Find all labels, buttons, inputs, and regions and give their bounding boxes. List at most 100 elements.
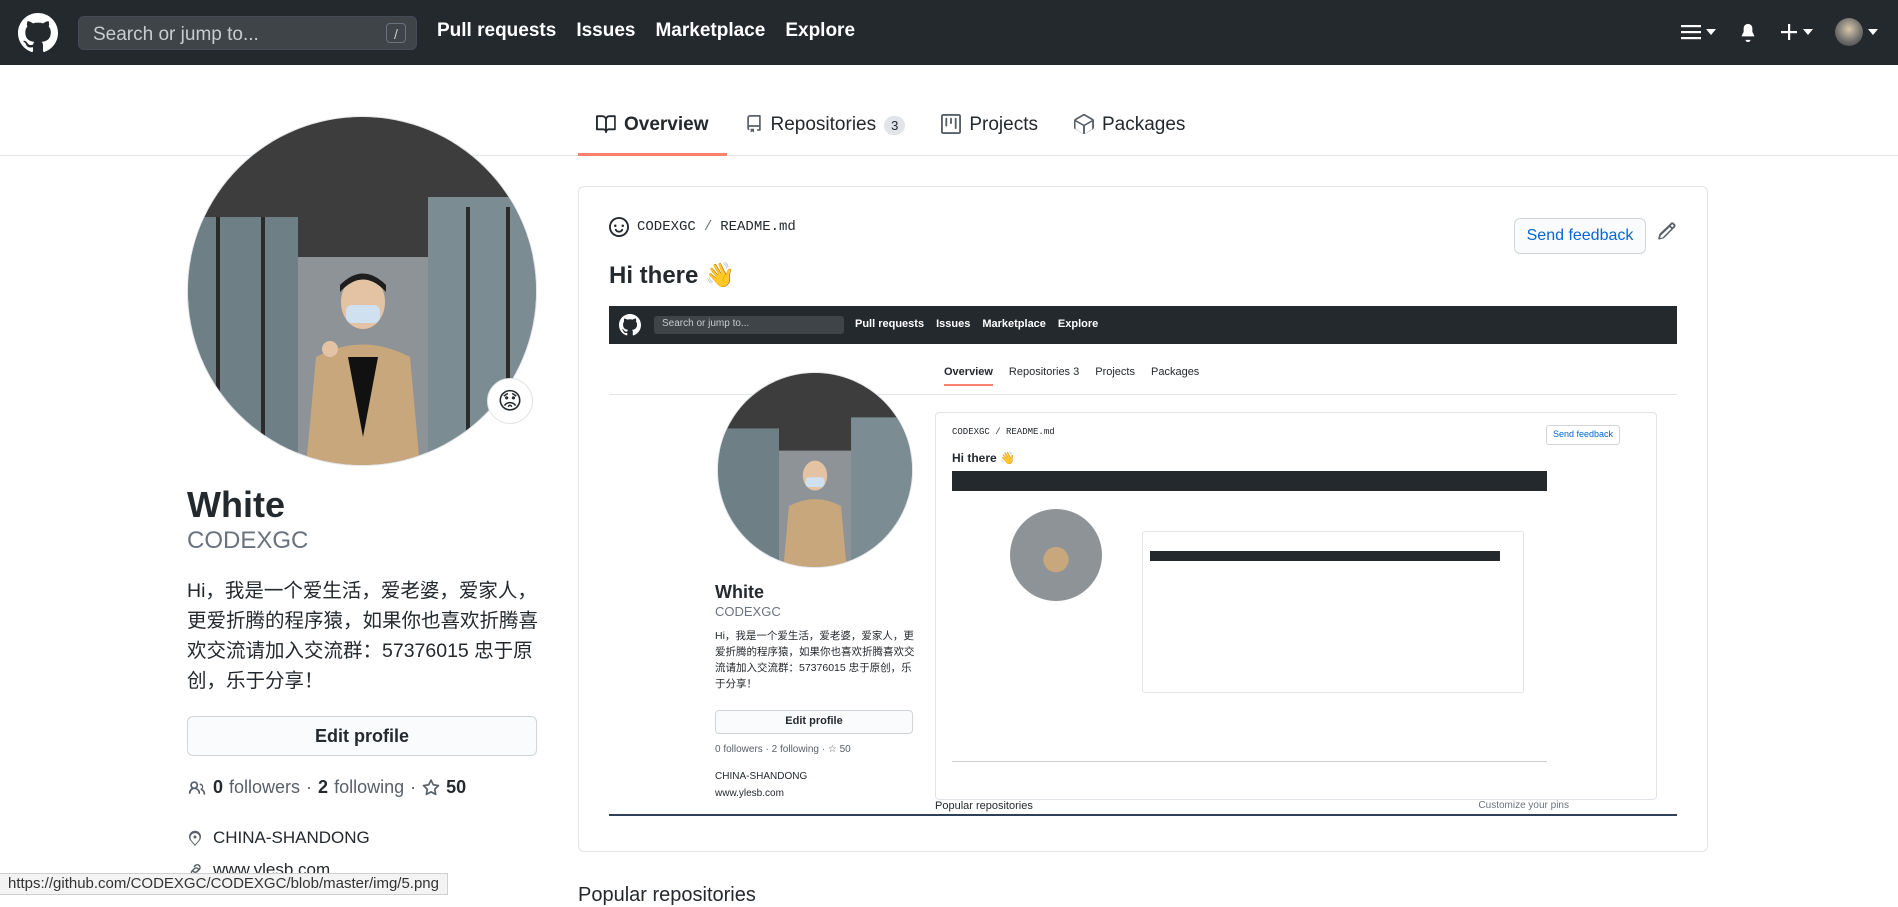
embedded-popular-heading: Popular repositories [935, 800, 1033, 812]
hamburger-icon [1681, 25, 1701, 40]
following-count[interactable]: 2 [318, 777, 328, 798]
header-nav: Pull requests Issues Marketplace Explore [437, 20, 855, 42]
bell-icon[interactable] [1738, 21, 1758, 43]
profile-bio: Hi，我是一个爱生活，爱老婆，爱家人，更爱折腾的程序猿，如果你也喜欢折腾喜欢交流… [187, 580, 539, 692]
tab-label: Repositories [770, 114, 877, 135]
embedded-location: CHINA-SHANDONG [715, 771, 808, 782]
package-icon [1073, 114, 1094, 134]
embedded-website: www.ylesb.com [715, 788, 784, 799]
repo-count-badge: 3 [884, 116, 906, 135]
nav-marketplace[interactable]: Marketplace [655, 20, 765, 42]
embedded-tab-label: Repositories [1008, 366, 1071, 378]
embedded-nav-item: Marketplace [982, 318, 1046, 330]
readme-card: CODEXGC / README.md Send feedback Hi the… [578, 186, 1708, 852]
embedded-heading: Hi there 👋 [952, 451, 1015, 465]
readme-file-link[interactable]: README.md [720, 219, 796, 235]
status-emoji-icon: 😟 [497, 387, 523, 415]
create-new-dropdown[interactable] [1780, 23, 1813, 41]
location-icon [189, 830, 201, 846]
set-status-button[interactable]: 😟 [487, 378, 533, 424]
stars-count[interactable]: 50 [446, 777, 466, 798]
embedded-search-placeholder: Search or jump to... [662, 318, 750, 329]
embedded-nav-item: Pull requests [855, 318, 925, 330]
embedded-tab: Packages [1151, 366, 1200, 378]
embedded-nav: Pull requests Issues Marketplace Explore [855, 318, 1098, 330]
github-logo-icon [619, 314, 641, 336]
profile-photo [188, 117, 536, 465]
nested-avatar [1010, 509, 1102, 601]
search-input[interactable]: Search or jump to... / [78, 16, 417, 50]
nav-issues[interactable]: Issues [576, 20, 635, 42]
readme-heading: Hi there 👋 [609, 262, 735, 289]
popular-repositories-heading: Popular repositories [578, 884, 756, 906]
top-header: Search or jump to... / Pull requests Iss… [0, 0, 1898, 65]
chevron-down-icon [1706, 29, 1716, 35]
pencil-icon[interactable] [1657, 221, 1677, 241]
embedded-tab: Repositories 3 [1009, 366, 1079, 386]
readme-owner-link[interactable]: CODEXGC [637, 219, 696, 235]
embedded-avatar [717, 372, 913, 568]
embedded-follow: 0 followers · 2 following · ☆ 50 [715, 744, 851, 755]
readme-screenshot-image[interactable]: Search or jump to... Pull requests Issue… [609, 306, 1677, 816]
tab-overview[interactable]: Overview [578, 110, 727, 156]
tab-label: Overview [624, 114, 709, 135]
embedded-send-feedback: Send feedback [1546, 425, 1620, 445]
nav-pull-requests[interactable]: Pull requests [437, 20, 556, 42]
embedded-bio: Hi，我是一个爱生活，爱老婆，爱家人，更爱折腾的程序猿，如果你也喜欢折腾喜欢交流… [715, 630, 915, 690]
embedded-tab-count: 3 [1073, 366, 1080, 378]
embedded-nav-item: Issues [936, 318, 971, 330]
location-text: CHINA-SHANDONG [213, 828, 370, 847]
book-icon [596, 115, 616, 134]
embedded-edit-button: Edit profile [715, 710, 913, 734]
tab-packages[interactable]: Packages [1056, 110, 1203, 152]
browser-status-url: https://github.com/CODEXGC/CODEXGC/blob/… [0, 873, 448, 895]
embedded-nested-screenshot [952, 471, 1547, 762]
embedded-login: CODEXGC [715, 604, 781, 619]
star-icon [422, 778, 440, 795]
embedded-path: CODEXGC / README.md [952, 427, 1055, 437]
embedded-tabs: Overview Repositories 3 Projects Package… [944, 366, 1199, 386]
send-feedback-button[interactable]: Send feedback [1514, 218, 1646, 254]
followers-link[interactable]: followers [229, 777, 300, 798]
separator-dot: · [410, 777, 417, 797]
followers-count[interactable]: 0 [213, 777, 223, 798]
search-placeholder: Search or jump to... [93, 24, 259, 45]
profile-tabs: Overview Repositories 3 Projects Package… [578, 110, 1203, 156]
embedded-nav-item: Explore [1057, 318, 1099, 330]
menu-dropdown[interactable] [1681, 24, 1716, 40]
people-icon [188, 780, 206, 795]
path-separator: / [703, 219, 713, 235]
user-menu[interactable] [1835, 18, 1878, 46]
project-icon [941, 114, 962, 134]
tab-repositories[interactable]: Repositories 3 [727, 110, 924, 152]
following-link[interactable]: following [334, 777, 404, 798]
plus-icon [1781, 24, 1797, 40]
profile-avatar[interactable] [187, 116, 537, 466]
github-logo-icon[interactable] [18, 13, 58, 53]
tab-projects[interactable]: Projects [923, 110, 1056, 152]
profile-login: CODEXGC [187, 527, 309, 554]
nav-explore[interactable]: Explore [785, 20, 855, 42]
tab-label: Packages [1101, 114, 1186, 135]
follow-stats: 0 followers · 2 following · 50 [187, 777, 466, 798]
smiley-icon [609, 217, 629, 237]
readme-path: CODEXGC / README.md [609, 217, 796, 237]
avatar [1835, 18, 1863, 46]
embedded-name: White [715, 582, 764, 602]
embedded-customize-pins: Customize your pins [1478, 800, 1569, 811]
embedded-tab: Overview [944, 366, 993, 386]
nested-header [952, 471, 1547, 491]
chevron-down-icon [1868, 29, 1878, 35]
search-shortcut-key: / [386, 23, 406, 43]
separator-dot: · [306, 777, 313, 797]
tab-label: Projects [969, 114, 1038, 135]
nested-inner-header [1150, 551, 1500, 561]
chevron-down-icon [1803, 29, 1813, 35]
edit-profile-button[interactable]: Edit profile [187, 716, 537, 756]
profile-name: White [187, 484, 285, 525]
embedded-readme-card: CODEXGC / README.md Send feedback Hi the… [935, 412, 1657, 800]
embedded-search: Search or jump to... [654, 316, 844, 334]
embedded-tab: Projects [1095, 366, 1135, 378]
embedded-header: Search or jump to... Pull requests Issue… [609, 306, 1677, 344]
profile-location: CHINA-SHANDONG [187, 828, 370, 848]
